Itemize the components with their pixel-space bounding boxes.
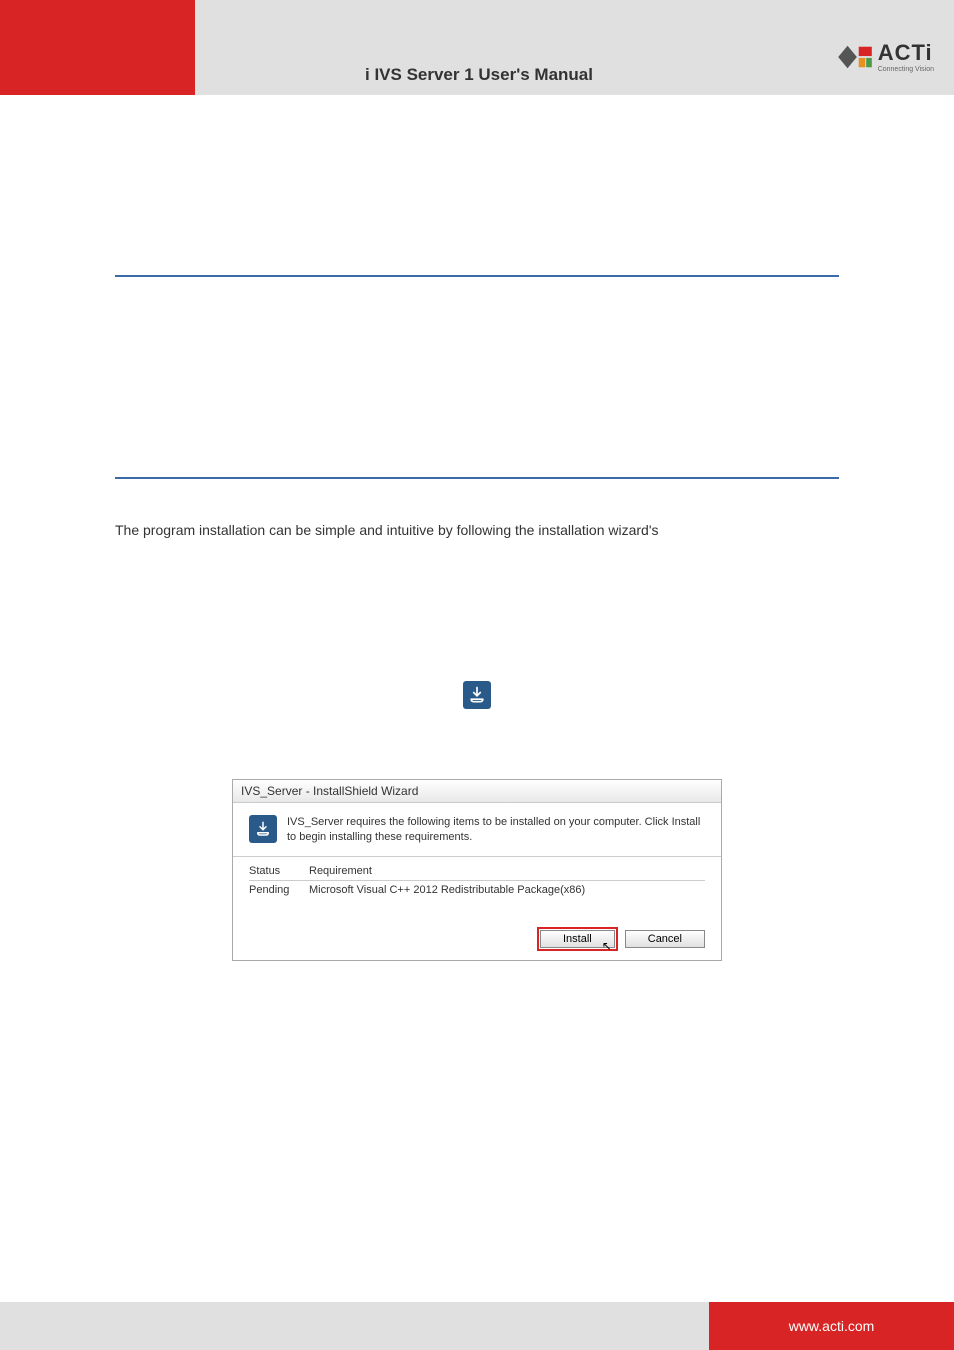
divider-1 <box>115 275 839 277</box>
cancel-button[interactable]: Cancel <box>625 930 705 948</box>
footer-bar: www.acti.com <box>0 1302 954 1350</box>
dialog-download-icon <box>249 815 277 843</box>
dialog-header: IVS_Server requires the following items … <box>233 803 721 857</box>
footer-url: www.acti.com <box>709 1302 954 1350</box>
list-header: Status Requirement <box>249 865 705 881</box>
logo: ACTi Connecting Vision <box>836 40 934 85</box>
dialog-requirements-list: Status Requirement Pending Microsoft Vis… <box>233 857 721 900</box>
header-content: i IVS Server 1 User's Manual ACTi Connec… <box>195 0 954 95</box>
dialog-titlebar: IVS_Server - InstallShield Wizard <box>233 780 721 803</box>
install-icon-wrapper <box>115 681 839 709</box>
logo-tagline: Connecting Vision <box>878 66 934 73</box>
installshield-dialog: IVS_Server - InstallShield Wizard IVS_Se… <box>232 779 722 961</box>
header-bar: i IVS Server 1 User's Manual ACTi Connec… <box>0 0 954 95</box>
document-title: i IVS Server 1 User's Manual <box>225 65 593 85</box>
divider-2 <box>115 477 839 479</box>
cursor-icon: ↖ <box>602 939 612 953</box>
install-button[interactable]: Install ↖ <box>540 930 615 948</box>
page-content: The program installation can be simple a… <box>0 95 954 961</box>
row-requirement: Microsoft Visual C++ 2012 Redistributabl… <box>309 884 705 896</box>
install-download-icon <box>463 681 491 709</box>
list-row: Pending Microsoft Visual C++ 2012 Redist… <box>249 881 705 896</box>
dialog-message: IVS_Server requires the following items … <box>287 815 705 844</box>
logo-text: ACTi <box>878 40 934 66</box>
col-status-header: Status <box>249 865 309 877</box>
install-button-label: Install <box>563 933 592 945</box>
col-requirement-header: Requirement <box>309 865 705 877</box>
logo-icon <box>836 43 874 71</box>
header-red-block <box>0 0 195 95</box>
cancel-button-label: Cancel <box>648 933 682 945</box>
dialog-button-row: Install ↖ Cancel <box>233 900 721 960</box>
footer-spacer <box>0 1302 709 1350</box>
row-status: Pending <box>249 884 309 896</box>
intro-paragraph: The program installation can be simple a… <box>115 519 839 541</box>
